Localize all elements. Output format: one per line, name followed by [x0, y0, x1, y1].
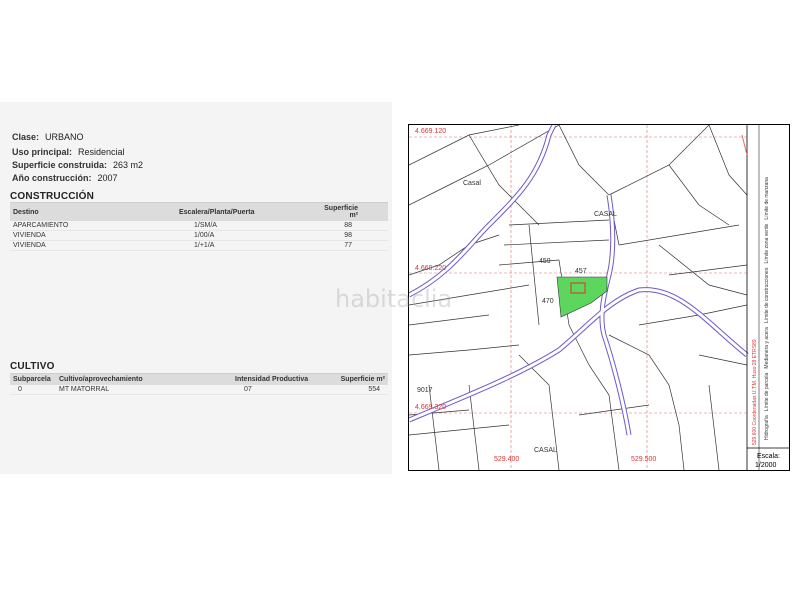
superficie-cell: 98	[312, 230, 388, 241]
intensidad-cell: 07	[232, 385, 323, 395]
construccion-header-row: Destino Escalera/Planta/Puerta Superfici…	[10, 203, 388, 221]
legend-construcciones: Límite de construcciones	[764, 267, 770, 323]
superficie-cell: 77	[312, 240, 388, 251]
legend-manzana: Límite de manzana	[764, 177, 770, 220]
table-row: APARCAMIENTO 1/SM/A 88	[10, 221, 388, 231]
col-superficie: Superficie m²	[312, 203, 388, 221]
col-cultivo: Cultivo/aprovechamiento	[56, 374, 232, 385]
scale-label: Escala:	[757, 453, 780, 460]
parcel-459: 459	[539, 258, 551, 265]
watermark: habitaclia	[335, 285, 453, 313]
cultivo-header-row: Subparcela Cultivo/aprovechamiento Inten…	[10, 374, 388, 385]
uso-label: Uso principal:	[12, 147, 73, 157]
cadastral-map: 4.669.120 4.669.220 4.669.320 529.400 52…	[408, 124, 790, 471]
clase-value: URBANO	[45, 132, 84, 142]
legend-zona-verde: Límite zona verde	[764, 223, 770, 264]
coord-x1: 529.400	[494, 456, 520, 463]
escalera-cell: 1/+1/A	[176, 240, 312, 251]
scale-value: 1/2000	[755, 462, 777, 469]
anio-label: Año construcción:	[12, 173, 92, 183]
col-intensidad: Intensidad Productiva	[232, 374, 323, 385]
property-info-panel: Clase: URBANO Uso principal: Residencial S…	[0, 102, 392, 474]
escalera-cell: 1/00/A	[176, 230, 312, 241]
superficie-cell: 554	[323, 385, 388, 395]
table-row: 0 MT MATORRAL 07 554	[10, 385, 388, 395]
col-escalera: Escalera/Planta/Puerta	[176, 203, 312, 221]
coord-mid: 4.669.220	[415, 265, 447, 272]
construccion-table: Destino Escalera/Planta/Puerta Superfici…	[10, 203, 388, 251]
construccion-title: CONSTRUCCIÓN	[10, 191, 95, 202]
parcel-9017: 9017	[417, 387, 433, 394]
destino-cell: VIVIENDA	[10, 240, 176, 251]
table-row: VIVIENDA 1/00/A 98	[10, 230, 388, 241]
label-casal-2: CASAL	[594, 211, 617, 218]
col-subparcela: Subparcela	[10, 374, 56, 385]
coord-top: 4.669.120	[415, 128, 447, 135]
superficie-row: Superficie construida: 263 m2	[12, 160, 143, 170]
coord-bottom: 4.669.320	[415, 404, 447, 411]
coord-x2: 529.500	[631, 456, 657, 463]
label-casal-3: CASAL	[534, 447, 557, 454]
cultivo-table: Subparcela Cultivo/aprovechamiento Inten…	[10, 374, 388, 395]
projection-note: 529.600 Coordenadas U.T.M. Huso 28 ETRS8…	[752, 339, 758, 445]
col-destino: Destino	[10, 203, 176, 221]
legend-hidrografia: Hidrografía	[764, 415, 770, 440]
uso-value: Residencial	[78, 147, 125, 157]
map-drawing	[409, 125, 789, 470]
cultivo-title: CULTIVO	[10, 361, 55, 372]
superficie-label: Superficie construida:	[12, 160, 108, 170]
escalera-cell: 1/SM/A	[176, 221, 312, 231]
destino-cell: APARCAMIENTO	[10, 221, 176, 231]
clase-row: Clase: URBANO	[12, 132, 84, 142]
parcel-457: 457	[575, 268, 587, 275]
cultivo-cell: MT MATORRAL	[56, 385, 232, 395]
destino-cell: VIVIENDA	[10, 230, 176, 241]
map-legend: Hidrografía Límite de parcela Medianera …	[764, 140, 770, 440]
col-superficie: Superficie m²	[323, 374, 388, 385]
superficie-cell: 88	[312, 221, 388, 231]
legend-medianera: Medianera y acera	[764, 327, 770, 369]
table-row: VIVIENDA 1/+1/A 77	[10, 240, 388, 251]
subparcela-cell: 0	[10, 385, 56, 395]
label-casal-1: Casal	[463, 180, 481, 187]
anio-value: 2007	[97, 173, 118, 183]
uso-row: Uso principal: Residencial	[12, 147, 125, 157]
parcel-470: 470	[542, 298, 554, 305]
clase-label: Clase:	[12, 132, 40, 142]
superficie-value: 263 m2	[113, 160, 144, 170]
anio-row: Año construcción: 2007	[12, 173, 118, 183]
legend-parcela: Límite de parcela	[764, 372, 770, 412]
